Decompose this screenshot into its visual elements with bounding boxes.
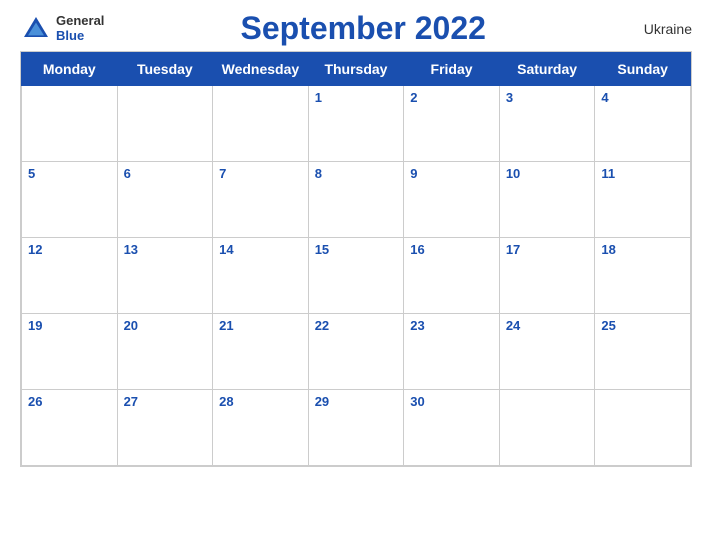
header-saturday: Saturday <box>499 53 595 86</box>
header-monday: Monday <box>22 53 118 86</box>
calendar-cell: 5 <box>22 162 118 238</box>
calendar-cell: 30 <box>404 390 500 466</box>
calendar-cell <box>117 86 213 162</box>
calendar-cell: 21 <box>213 314 309 390</box>
calendar-cell: 8 <box>308 162 404 238</box>
calendar-cell: 6 <box>117 162 213 238</box>
calendar-cell: 24 <box>499 314 595 390</box>
calendar-title: September 2022 <box>104 10 622 47</box>
calendar-cell: 7 <box>213 162 309 238</box>
calendar-cell: 16 <box>404 238 500 314</box>
calendar-cell: 29 <box>308 390 404 466</box>
calendar-cell: 22 <box>308 314 404 390</box>
calendar-cell: 12 <box>22 238 118 314</box>
calendar-cell: 9 <box>404 162 500 238</box>
calendar-cell <box>499 390 595 466</box>
header-friday: Friday <box>404 53 500 86</box>
logo-general-text: General <box>56 14 104 28</box>
calendar: Monday Tuesday Wednesday Thursday Friday… <box>20 51 692 467</box>
calendar-cell <box>22 86 118 162</box>
header-sunday: Sunday <box>595 53 691 86</box>
calendar-cell: 3 <box>499 86 595 162</box>
calendar-cell: 25 <box>595 314 691 390</box>
calendar-cell: 23 <box>404 314 500 390</box>
calendar-cell: 26 <box>22 390 118 466</box>
country-label: Ukraine <box>622 21 692 37</box>
calendar-cell <box>213 86 309 162</box>
calendar-week-row: 12131415161718 <box>22 238 691 314</box>
header-thursday: Thursday <box>308 53 404 86</box>
calendar-cell: 19 <box>22 314 118 390</box>
calendar-cell: 17 <box>499 238 595 314</box>
logo-icon <box>20 13 52 45</box>
calendar-cell: 27 <box>117 390 213 466</box>
calendar-cell: 2 <box>404 86 500 162</box>
calendar-cell: 28 <box>213 390 309 466</box>
calendar-cell: 10 <box>499 162 595 238</box>
header-tuesday: Tuesday <box>117 53 213 86</box>
calendar-cell: 20 <box>117 314 213 390</box>
calendar-cell: 1 <box>308 86 404 162</box>
calendar-week-row: 1234 <box>22 86 691 162</box>
calendar-week-row: 2627282930 <box>22 390 691 466</box>
logo: General Blue <box>20 13 104 45</box>
calendar-week-row: 19202122232425 <box>22 314 691 390</box>
calendar-cell <box>595 390 691 466</box>
logo-blue-text: Blue <box>56 29 104 43</box>
calendar-cell: 11 <box>595 162 691 238</box>
calendar-cell: 14 <box>213 238 309 314</box>
calendar-week-row: 567891011 <box>22 162 691 238</box>
calendar-header: General Blue September 2022 Ukraine <box>20 10 692 47</box>
calendar-cell: 4 <box>595 86 691 162</box>
weekday-header-row: Monday Tuesday Wednesday Thursday Friday… <box>22 53 691 86</box>
calendar-cell: 15 <box>308 238 404 314</box>
header-wednesday: Wednesday <box>213 53 309 86</box>
logo-text: General Blue <box>56 14 104 43</box>
calendar-cell: 13 <box>117 238 213 314</box>
calendar-cell: 18 <box>595 238 691 314</box>
